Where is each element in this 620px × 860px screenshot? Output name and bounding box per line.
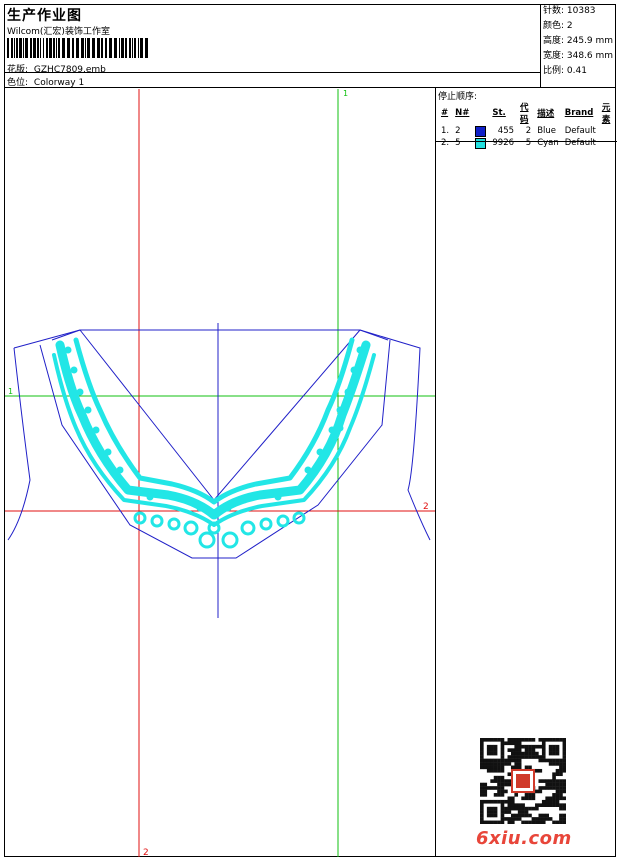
design-canvas: 1 1 2 2 xyxy=(5,89,435,858)
site-watermark: 6xiu.com xyxy=(476,828,572,849)
embroidery-collar xyxy=(52,337,376,527)
red-vertical-label: 2 xyxy=(143,848,149,858)
green-vertical-label: 1 xyxy=(343,89,348,98)
qr-code xyxy=(480,738,566,824)
green-horizontal-label: 1 xyxy=(8,387,13,396)
red-horizontal-label: 2 xyxy=(423,502,429,512)
garment-outline xyxy=(7,323,431,618)
